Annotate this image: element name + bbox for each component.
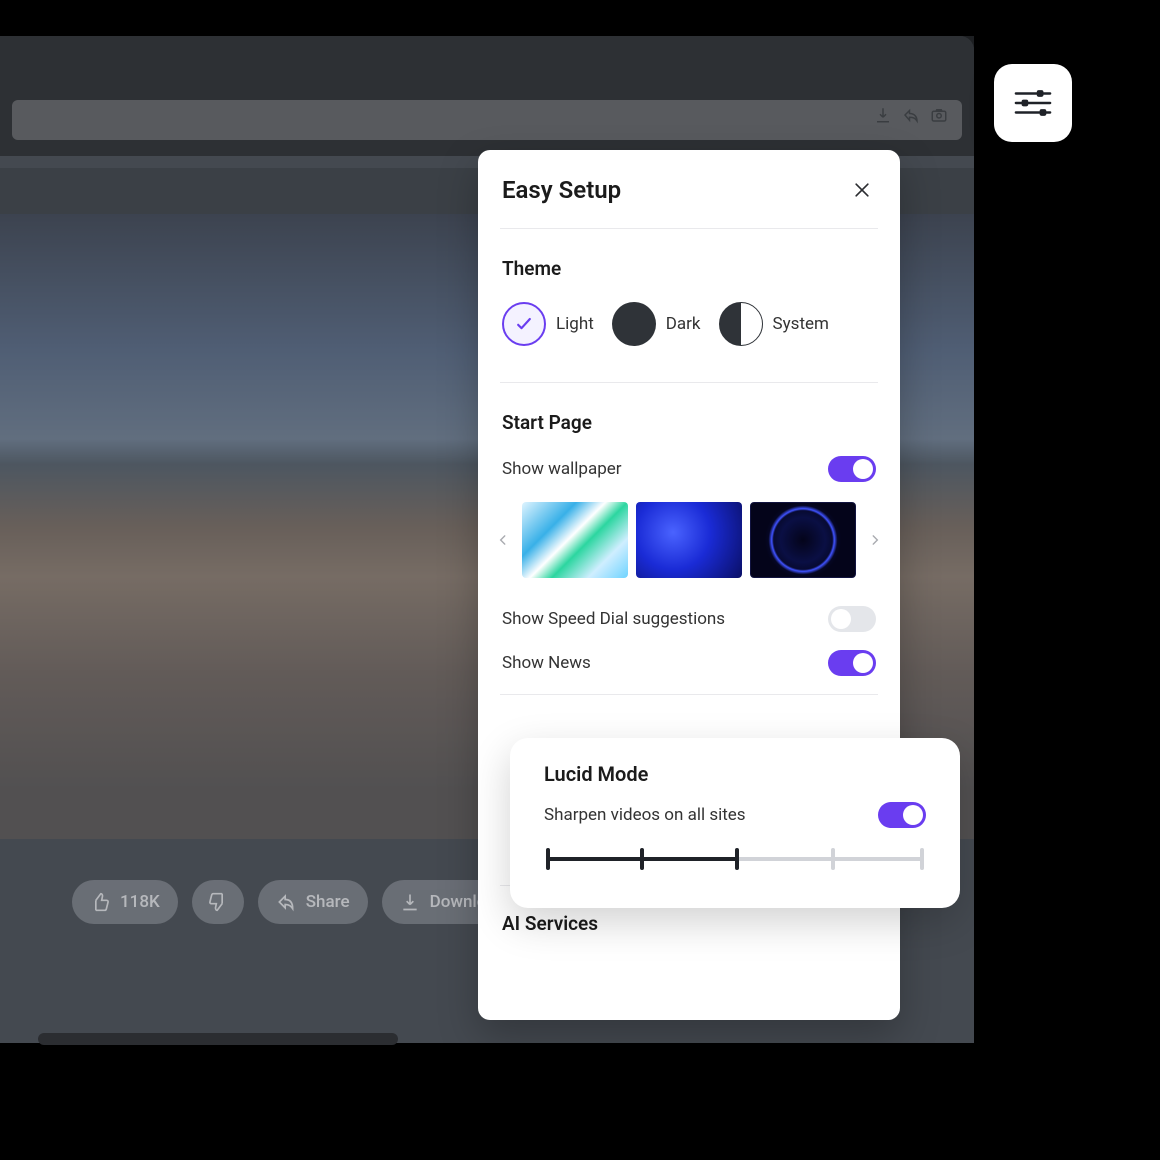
- address-bar[interactable]: [12, 100, 962, 140]
- theme-label-system: System: [773, 314, 829, 334]
- close-icon: [852, 180, 872, 200]
- wallpaper-thumb-1[interactable]: [522, 502, 628, 578]
- theme-label-light: Light: [556, 314, 594, 334]
- browser-chrome: [0, 36, 974, 156]
- sliders-icon: [1014, 88, 1052, 118]
- lucid-slider[interactable]: [544, 844, 926, 872]
- like-count: 118K: [120, 892, 160, 912]
- theme-option-light[interactable]: Light: [502, 302, 594, 346]
- show-wallpaper-toggle[interactable]: [828, 456, 876, 482]
- sharpen-toggle[interactable]: [878, 802, 926, 828]
- theme-swatch-system: [719, 302, 763, 346]
- theme-section-title: Theme: [502, 257, 876, 280]
- divider: [500, 228, 878, 229]
- dislike-button[interactable]: [192, 880, 244, 924]
- lucid-mode-card: Lucid Mode Sharpen videos on all sites: [510, 738, 960, 908]
- dock: [38, 1033, 398, 1045]
- show-speed-dial-toggle[interactable]: [828, 606, 876, 632]
- show-news-label: Show News: [502, 653, 591, 673]
- theme-label-dark: Dark: [666, 314, 701, 334]
- share-label: Share: [306, 892, 350, 912]
- wallpaper-thumb-2[interactable]: [636, 502, 742, 578]
- wallpaper-next[interactable]: [864, 500, 886, 580]
- wallpaper-carousel: [492, 500, 886, 580]
- camera-icon[interactable]: [930, 106, 948, 128]
- tab-strip: [0, 36, 974, 94]
- toolbar-tray: [874, 106, 948, 128]
- close-button[interactable]: [848, 176, 876, 204]
- start-page-section-title: Start Page: [502, 411, 876, 434]
- easy-setup-button[interactable]: [994, 64, 1072, 142]
- theme-option-system[interactable]: System: [719, 302, 829, 346]
- share-button[interactable]: Share: [258, 880, 368, 924]
- ai-services-section-title: AI Services: [502, 912, 876, 935]
- sharpen-label: Sharpen videos on all sites: [544, 805, 746, 825]
- chevron-right-icon: [868, 533, 882, 547]
- show-news-toggle[interactable]: [828, 650, 876, 676]
- like-button[interactable]: 118K: [72, 880, 178, 924]
- share-tray-icon[interactable]: [902, 106, 920, 128]
- theme-swatch-light: [502, 302, 546, 346]
- wallpaper-prev[interactable]: [492, 500, 514, 580]
- lucid-mode-title: Lucid Mode: [544, 762, 926, 786]
- show-speed-dial-label: Show Speed Dial suggestions: [502, 609, 725, 629]
- chevron-left-icon: [496, 533, 510, 547]
- theme-swatch-dark: [612, 302, 656, 346]
- theme-options: Light Dark System: [502, 302, 876, 346]
- download-icon[interactable]: [874, 106, 892, 128]
- wallpaper-thumb-3[interactable]: [750, 502, 856, 578]
- theme-option-dark[interactable]: Dark: [612, 302, 701, 346]
- show-wallpaper-label: Show wallpaper: [502, 459, 622, 479]
- check-icon: [514, 314, 534, 334]
- divider: [500, 382, 878, 383]
- panel-title: Easy Setup: [502, 176, 621, 204]
